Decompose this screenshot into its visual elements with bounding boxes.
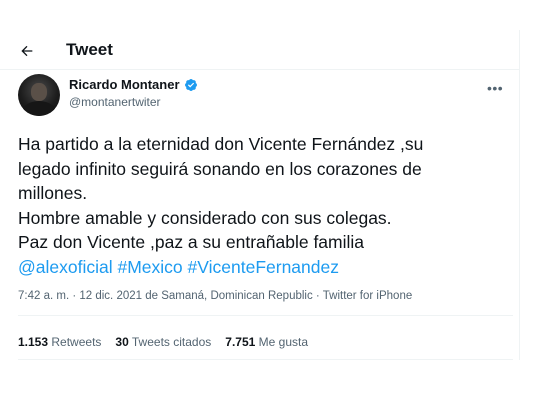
more-options-button[interactable]: ••• — [487, 80, 503, 96]
tweet-line: legado infinito seguirá sonando en los c… — [18, 158, 422, 179]
likes-stat[interactable]: 7.751 Me gusta — [225, 335, 308, 349]
tweet-meta: 7:42 a. m. · 12 dic. 2021 de Samaná, Dom… — [18, 290, 412, 302]
back-button[interactable] — [14, 38, 40, 64]
author-handle[interactable]: @montanertwiter — [69, 95, 161, 109]
tweet-line: millones. — [18, 183, 88, 203]
tweet-page: Tweet Ricardo Montaner @montanertwiter •… — [0, 30, 520, 360]
tweet-line: Hombre amable y considerado con sus cole… — [18, 207, 392, 228]
tweet-date[interactable]: 12 dic. 2021 — [79, 290, 142, 302]
tweet-time[interactable]: 7:42 a. m. — [18, 290, 69, 302]
meta-separator: · — [312, 290, 323, 302]
avatar[interactable] — [18, 74, 60, 116]
tweet-text: Ha partido a la eternidad don Vicente Fe… — [18, 132, 513, 279]
divider — [18, 315, 513, 316]
tweet-tags: @alexoficial #Mexico #VicenteFernandez — [18, 255, 513, 280]
engagement-stats: 1.153 Retweets 30 Tweets citados 7.751 M… — [18, 335, 308, 349]
hashtag-link[interactable]: #Mexico — [117, 257, 182, 277]
tweet-location: de Samaná, Dominican Republic — [142, 290, 313, 302]
hashtag-link[interactable]: #VicenteFernandez — [188, 257, 339, 277]
tweet-line: Paz don Vicente ,paz a su entrañable fam… — [18, 232, 365, 252]
quote-tweets-stat[interactable]: 30 Tweets citados — [115, 335, 211, 349]
tweet-line: Ha partido a la eternidad don Vicente Fe… — [18, 134, 424, 154]
retweets-stat[interactable]: 1.153 Retweets — [18, 335, 101, 349]
tweet-source[interactable]: Twitter for iPhone — [323, 290, 412, 302]
page-title: Tweet — [66, 40, 113, 59]
page-header: Tweet — [0, 30, 520, 70]
mention-link[interactable]: @alexoficial — [18, 257, 113, 277]
arrow-left-icon — [21, 45, 33, 57]
verified-badge-icon — [184, 78, 197, 91]
divider — [18, 359, 513, 360]
author-name[interactable]: Ricardo Montaner — [69, 77, 180, 92]
meta-separator: · — [69, 290, 80, 302]
author-name-row: Ricardo Montaner — [69, 77, 198, 92]
